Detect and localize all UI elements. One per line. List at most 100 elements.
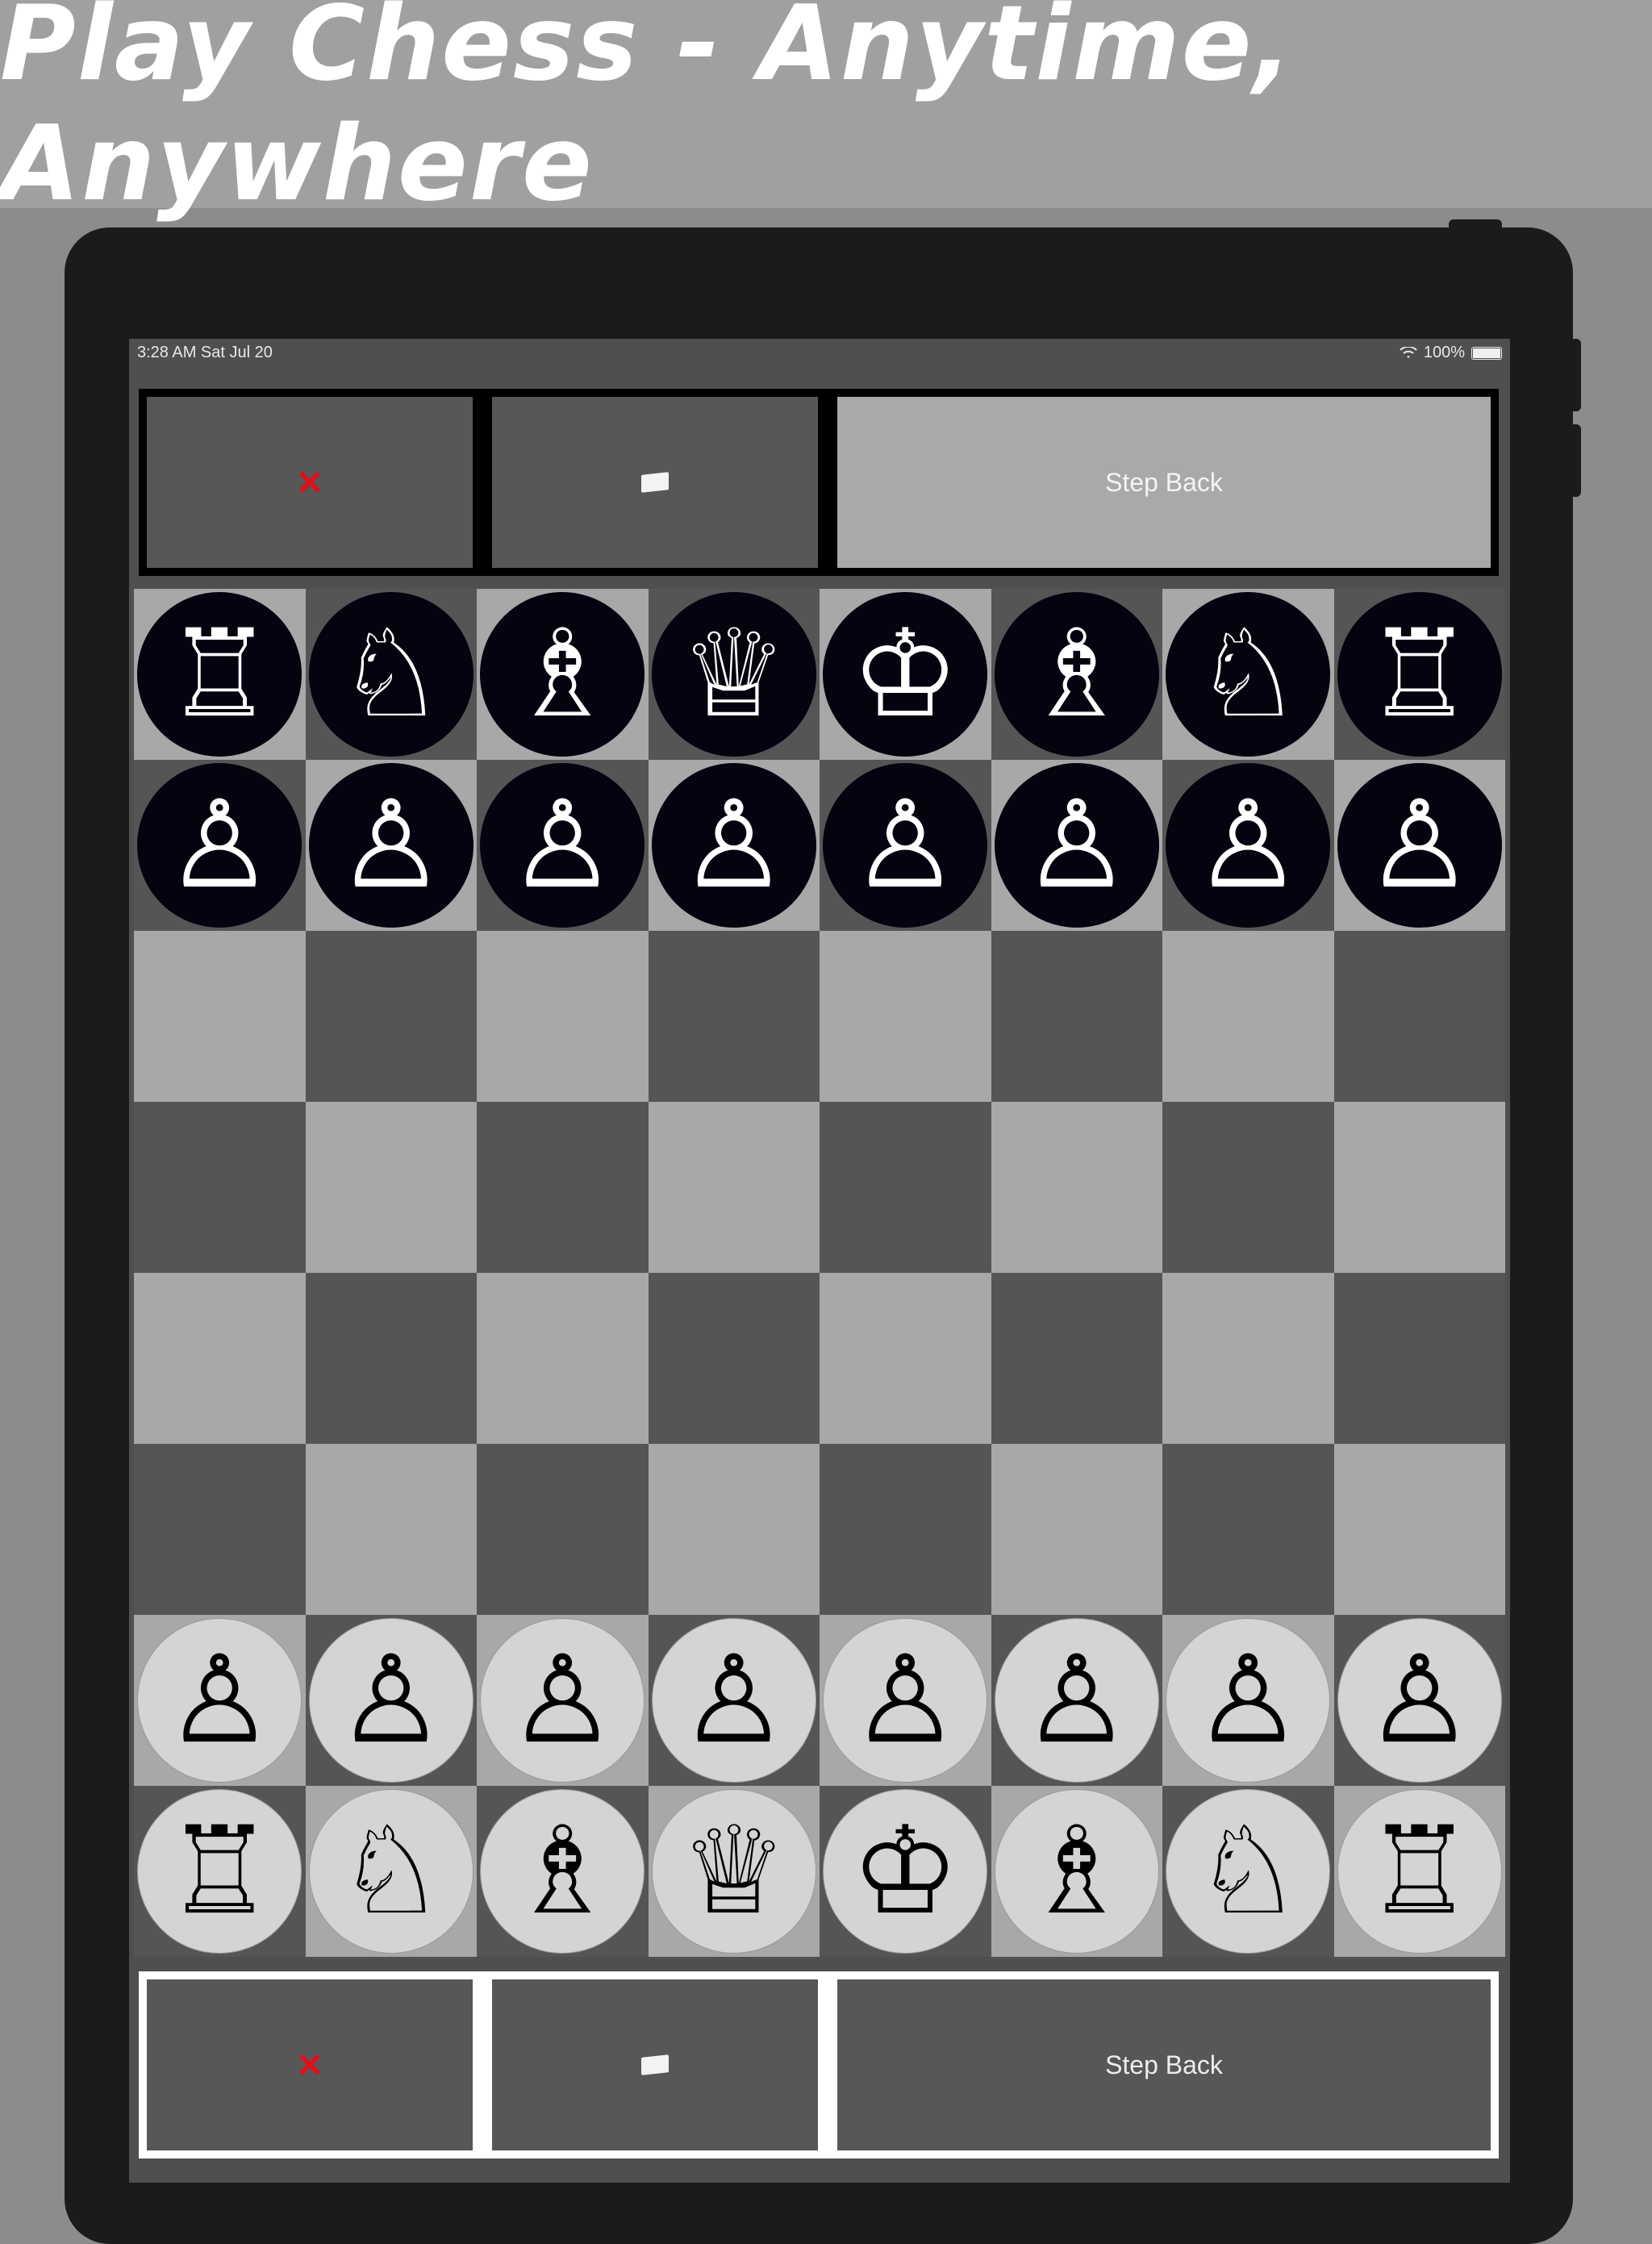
black-pawn-icon[interactable]: ♙: [308, 763, 473, 928]
board-square[interactable]: ♙: [477, 1615, 649, 1786]
board-square[interactable]: ♙: [134, 1615, 306, 1786]
board-square[interactable]: ♖: [1333, 589, 1505, 760]
board-square[interactable]: [134, 1273, 306, 1444]
board-square[interactable]: ♙: [1162, 1615, 1334, 1786]
black-rook-icon[interactable]: ♖: [1337, 592, 1502, 757]
board-square[interactable]: ♙: [1333, 760, 1505, 931]
board-square[interactable]: [477, 1102, 649, 1273]
white-knight-icon[interactable]: ♘: [1166, 1789, 1331, 1954]
board-square[interactable]: ♕: [648, 1786, 820, 1957]
white-pawn-icon[interactable]: ♙: [1337, 1618, 1502, 1783]
board-square[interactable]: [648, 1273, 820, 1444]
board-square[interactable]: [134, 931, 306, 1102]
board-square[interactable]: ♙: [991, 760, 1162, 931]
bottom-close-button[interactable]: ×: [147, 1979, 473, 2150]
board-square[interactable]: ♗: [991, 1786, 1162, 1957]
board-square[interactable]: ♙: [305, 1615, 477, 1786]
board-square[interactable]: [991, 1444, 1162, 1615]
board-square[interactable]: [477, 931, 649, 1102]
white-pawn-icon[interactable]: ♙: [480, 1618, 645, 1783]
board-square[interactable]: ♘: [1162, 589, 1334, 760]
black-queen-icon[interactable]: ♕: [651, 592, 816, 757]
board-square[interactable]: ♗: [477, 589, 649, 760]
white-king-icon[interactable]: ♔: [823, 1789, 988, 1954]
board-square[interactable]: [1333, 1444, 1505, 1615]
board-square[interactable]: [648, 931, 820, 1102]
board-square[interactable]: [477, 1444, 649, 1615]
board-square[interactable]: ♘: [1162, 1786, 1334, 1957]
top-resign-button[interactable]: [492, 397, 818, 568]
board-square[interactable]: ♖: [1333, 1786, 1505, 1957]
black-pawn-icon[interactable]: ♙: [823, 763, 988, 928]
board-square[interactable]: ♔: [820, 1786, 991, 1957]
board-square[interactable]: ♙: [648, 760, 820, 931]
black-knight-icon[interactable]: ♘: [1166, 592, 1331, 757]
board-square[interactable]: [134, 1444, 306, 1615]
board-square[interactable]: [1162, 931, 1334, 1102]
white-pawn-icon[interactable]: ♙: [823, 1618, 988, 1783]
white-pawn-icon[interactable]: ♙: [1166, 1618, 1331, 1783]
black-pawn-icon[interactable]: ♙: [137, 763, 302, 928]
board-square[interactable]: ♙: [1333, 1615, 1505, 1786]
board-square[interactable]: ♙: [1162, 760, 1334, 931]
board-square[interactable]: [820, 1273, 991, 1444]
board-square[interactable]: [305, 931, 477, 1102]
black-bishop-icon[interactable]: ♗: [994, 592, 1159, 757]
board-square[interactable]: ♖: [134, 1786, 306, 1957]
board-square[interactable]: ♙: [648, 1615, 820, 1786]
board-square[interactable]: [1333, 931, 1505, 1102]
board-square[interactable]: ♕: [648, 589, 820, 760]
board-square[interactable]: [820, 1102, 991, 1273]
black-pawn-icon[interactable]: ♙: [1337, 763, 1502, 928]
white-knight-icon[interactable]: ♘: [308, 1789, 473, 1954]
board-square[interactable]: [820, 1444, 991, 1615]
black-pawn-icon[interactable]: ♙: [651, 763, 816, 928]
board-square[interactable]: [305, 1273, 477, 1444]
white-pawn-icon[interactable]: ♙: [994, 1618, 1159, 1783]
board-square[interactable]: [991, 1273, 1162, 1444]
board-square[interactable]: [648, 1444, 820, 1615]
board-square[interactable]: [1162, 1102, 1334, 1273]
board-square[interactable]: [991, 1102, 1162, 1273]
black-knight-icon[interactable]: ♘: [308, 592, 473, 757]
board-square[interactable]: [991, 931, 1162, 1102]
board-square[interactable]: [1162, 1273, 1334, 1444]
white-queen-icon[interactable]: ♕: [651, 1789, 816, 1954]
board-square[interactable]: [1333, 1273, 1505, 1444]
top-close-button[interactable]: ×: [147, 397, 473, 568]
white-pawn-icon[interactable]: ♙: [137, 1618, 302, 1783]
board-square[interactable]: [305, 1444, 477, 1615]
board-square[interactable]: [477, 1273, 649, 1444]
top-step-back-button[interactable]: Step Back: [837, 397, 1491, 568]
board-square[interactable]: [1333, 1102, 1505, 1273]
bottom-step-back-button[interactable]: Step Back: [837, 1979, 1491, 2150]
black-pawn-icon[interactable]: ♙: [1166, 763, 1331, 928]
bottom-resign-button[interactable]: [492, 1979, 818, 2150]
white-pawn-icon[interactable]: ♙: [651, 1618, 816, 1783]
white-pawn-icon[interactable]: ♙: [308, 1618, 473, 1783]
board-square[interactable]: ♙: [820, 760, 991, 931]
white-rook-icon[interactable]: ♖: [1337, 1789, 1502, 1954]
board-square[interactable]: [1162, 1444, 1334, 1615]
board-square[interactable]: ♙: [820, 1615, 991, 1786]
board-square[interactable]: ♗: [991, 589, 1162, 760]
board-square[interactable]: ♙: [305, 760, 477, 931]
board-square[interactable]: [820, 931, 991, 1102]
black-rook-icon[interactable]: ♖: [137, 592, 302, 757]
white-bishop-icon[interactable]: ♗: [480, 1789, 645, 1954]
board-square[interactable]: ♙: [477, 760, 649, 931]
board-square[interactable]: ♔: [820, 589, 991, 760]
board-square[interactable]: [648, 1102, 820, 1273]
board-square[interactable]: ♖: [134, 589, 306, 760]
board-square[interactable]: ♘: [305, 1786, 477, 1957]
black-pawn-icon[interactable]: ♙: [480, 763, 645, 928]
board-square[interactable]: [134, 1102, 306, 1273]
black-king-icon[interactable]: ♔: [823, 592, 988, 757]
board-square[interactable]: ♙: [991, 1615, 1162, 1786]
white-bishop-icon[interactable]: ♗: [994, 1789, 1159, 1954]
board-square[interactable]: ♙: [134, 760, 306, 931]
board-square[interactable]: ♘: [305, 589, 477, 760]
board-square[interactable]: ♗: [477, 1786, 649, 1957]
black-bishop-icon[interactable]: ♗: [480, 592, 645, 757]
black-pawn-icon[interactable]: ♙: [994, 763, 1159, 928]
